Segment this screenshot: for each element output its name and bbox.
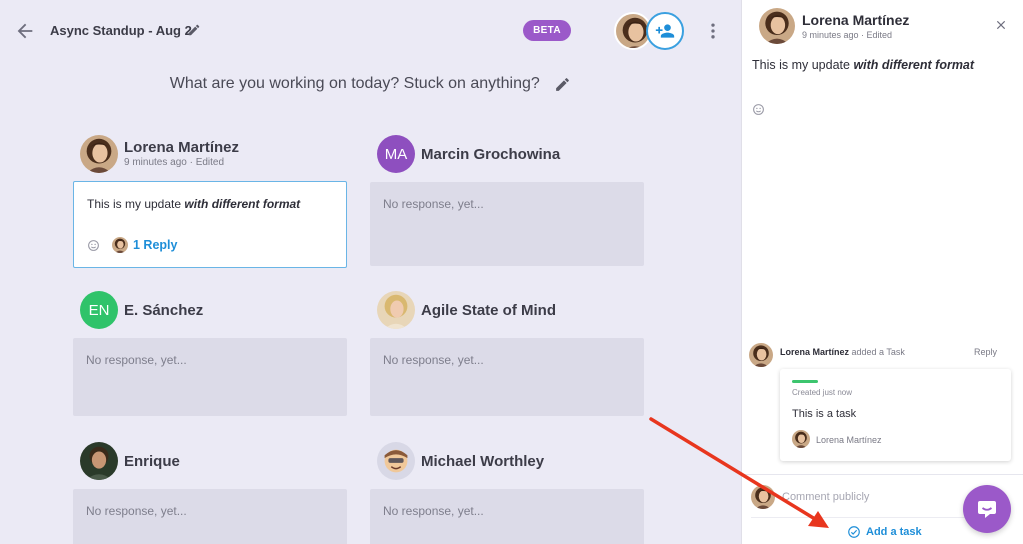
response-box[interactable]: No response, yet... — [370, 338, 644, 416]
avatar: MA — [377, 135, 415, 173]
member-header: Lorena Martínez 9 minutes ago · Edited — [80, 135, 354, 175]
panel-update-text: This is my update with different format — [752, 58, 974, 72]
member-name: E. Sánchez — [124, 302, 204, 319]
person-add-icon — [655, 24, 675, 38]
member-card-lorena: Lorena Martínez 9 minutes ago · Edited T… — [73, 135, 354, 268]
avatar-initials: EN — [88, 301, 110, 319]
edit-question-pencil-icon[interactable] — [554, 76, 571, 93]
activity-reply-link[interactable]: Reply — [974, 347, 997, 357]
avatar — [80, 442, 118, 480]
response-text: No response, yet... — [86, 504, 187, 518]
reply-row: 1 Reply — [87, 237, 177, 253]
panel-text-emphasis: with different format — [853, 58, 975, 72]
comment-input[interactable] — [782, 487, 962, 507]
detail-panel: Lorena Martínez 9 minutes ago · Edited T… — [741, 0, 1023, 544]
task-title: This is a task — [792, 408, 857, 420]
response-box[interactable]: No response, yet... — [73, 489, 347, 544]
response-box[interactable]: No response, yet... — [73, 338, 347, 416]
avatar — [792, 430, 810, 448]
back-arrow-icon[interactable] — [14, 20, 36, 42]
close-icon[interactable] — [994, 18, 1008, 32]
member-name: Enrique — [124, 453, 180, 470]
response-text: This is my update — [87, 197, 185, 211]
check-circle-icon — [847, 525, 861, 539]
edit-title-pencil-icon[interactable] — [187, 23, 201, 37]
task-assignee: Lorena Martínez — [816, 435, 882, 445]
response-emphasis: with different format — [184, 197, 301, 211]
response-box[interactable]: No response, yet... — [370, 182, 644, 266]
replies-link[interactable]: 1 Reply — [133, 238, 177, 252]
standup-question: What are you working on today? Stuck on … — [0, 75, 741, 93]
task-status-bar — [792, 380, 818, 383]
activity-text: Lorena Martínez added a Task — [780, 347, 905, 357]
member-header: Agile State of Mind — [377, 291, 651, 331]
chat-support-button[interactable] — [963, 485, 1011, 533]
avatar — [80, 135, 118, 173]
question-text: What are you working on today? Stuck on … — [169, 75, 540, 92]
add-member-button[interactable] — [646, 12, 684, 50]
main-area: Async Standup - Aug 2 BETA What are you … — [0, 0, 741, 544]
beta-badge: BETA — [523, 20, 571, 41]
more-options-icon[interactable] — [703, 20, 723, 42]
add-reaction-icon[interactable] — [752, 103, 765, 116]
task-card[interactable]: Created just now This is a task Lorena M… — [780, 369, 1011, 461]
response-text: No response, yet... — [86, 353, 187, 367]
member-name: Agile State of Mind — [421, 302, 556, 319]
response-text: No response, yet... — [383, 353, 484, 367]
member-meta: 9 minutes ago · Edited — [124, 157, 225, 168]
member-card-e-sanchez: EN E. Sánchez No response, yet... — [73, 291, 354, 416]
avatar — [749, 343, 773, 367]
task-created: Created just now — [792, 388, 853, 397]
avatar-initials: MA — [384, 145, 408, 163]
member-header: Michael Worthley — [377, 442, 651, 482]
avatar: EN — [80, 291, 118, 329]
member-card-agile-state-of-mind: Agile State of Mind No response, yet... — [370, 291, 651, 416]
member-card-michael-worthley: Michael Worthley No response, yet... — [370, 442, 651, 544]
response-text: No response, yet... — [383, 197, 484, 211]
top-bar: Async Standup - Aug 2 BETA — [0, 0, 741, 62]
member-name: Lorena Martínez — [124, 139, 240, 156]
add-task-button[interactable]: Add a task — [847, 525, 922, 539]
panel-text-plain: This is my update — [752, 58, 854, 72]
member-name: Marcin Grochowina — [421, 146, 561, 163]
avatar — [751, 485, 775, 509]
activity-action: added a Task — [849, 347, 905, 357]
add-reaction-icon[interactable] — [87, 239, 100, 252]
response-box[interactable]: This is my update with different format … — [73, 181, 347, 268]
divider — [751, 517, 971, 518]
member-header: Enrique — [80, 442, 354, 482]
member-header: EN E. Sánchez — [80, 291, 354, 331]
avatar — [377, 291, 415, 329]
reply-author-avatar — [112, 237, 128, 253]
member-card-enrique: Enrique No response, yet... — [73, 442, 354, 544]
avatar — [759, 8, 795, 44]
chat-icon — [978, 501, 996, 518]
avatar — [377, 442, 415, 480]
member-card-marcin: MA Marcin Grochowina No response, yet... — [370, 135, 651, 266]
activity-author: Lorena Martínez — [780, 347, 850, 357]
response-text: No response, yet... — [383, 504, 484, 518]
panel-author-name: Lorena Martínez — [802, 12, 910, 28]
member-header: MA Marcin Grochowina — [377, 135, 651, 175]
response-box[interactable]: No response, yet... — [370, 489, 644, 544]
member-name: Michael Worthley — [421, 453, 545, 470]
page-title: Async Standup - Aug 2 — [50, 23, 192, 38]
panel-meta: 9 minutes ago · Edited — [802, 30, 893, 40]
add-task-label: Add a task — [866, 526, 922, 538]
